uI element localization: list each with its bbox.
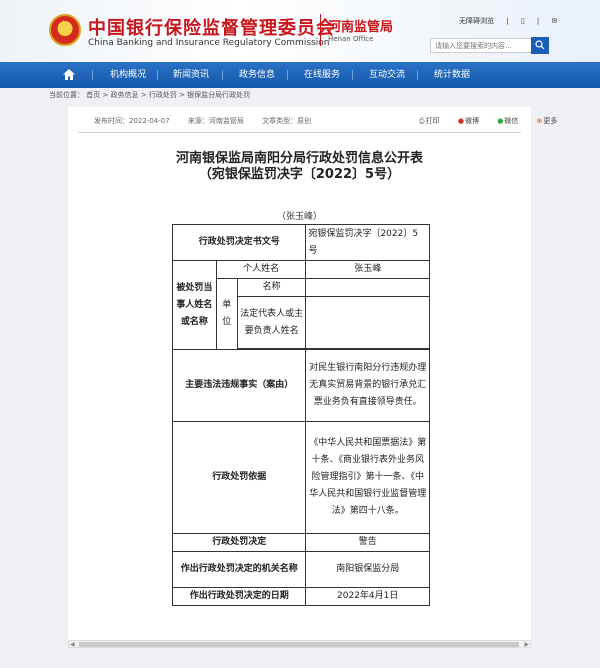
party-label: 被处罚当事人姓名或名称	[172, 260, 217, 350]
decision-label: 行政处罚决定	[171, 533, 307, 552]
home-icon[interactable]	[62, 68, 76, 81]
nav-separator	[352, 70, 353, 80]
article-panel: 发布时间：2022-04-07 来源：河南监管局 文章类型：原创 ⎙打印 ●微博…	[68, 107, 557, 647]
weibo-icon: ●	[457, 117, 464, 125]
search-button[interactable]	[531, 37, 549, 54]
doc-number-label: 行政处罚决定书文号	[171, 224, 307, 261]
entity-label: 单位	[215, 278, 238, 350]
entity-name-label: 名称	[236, 278, 307, 297]
nav-item-news[interactable]: 新闻资讯	[173, 62, 209, 88]
nav-item-interaction[interactable]: 互动交流	[369, 62, 405, 88]
basis-label: 行政处罚依据	[171, 421, 307, 534]
scroll-right-icon[interactable]: ▶	[524, 641, 529, 648]
nav-item-about[interactable]: 机构概况	[110, 62, 146, 88]
violation-label: 主要违法违规事实（案由）	[171, 349, 307, 422]
nav-separator	[157, 70, 158, 80]
tools-separator: |	[506, 17, 509, 25]
office-name-en: Henan Office	[328, 35, 374, 43]
entity-name-value	[305, 278, 430, 297]
authority-label: 作出行政处罚决定的机关名称	[171, 551, 307, 588]
weibo-button[interactable]: ●微博	[450, 117, 479, 125]
individual-name-label: 个人姓名	[215, 260, 307, 279]
accessible-browse-link[interactable]: 无障碍浏览	[459, 17, 494, 25]
org-name-en: China Banking and Insurance Regulatory C…	[88, 38, 330, 48]
penalty-info-table: 行政处罚决定书文号 宛银保监罚决字〔2022〕5号 被处罚当事人姓名或名称 个人…	[171, 224, 430, 606]
nav-item-statistics[interactable]: 统计数据	[434, 62, 470, 88]
nav-item-online-service[interactable]: 在线服务	[304, 62, 340, 88]
mobile-icon[interactable]: ▯	[521, 17, 525, 25]
main-nav: 机构概况 新闻资讯 政务信息 在线服务 互动交流 统计数据	[0, 62, 600, 88]
wechat-icon: ●	[497, 117, 504, 125]
violation-value: 对民生银行南阳分行违规办理无真实贸易背景的银行承兑汇票业务负有直接领导责任。	[305, 349, 430, 422]
table-row: 行政处罚依据 《中华人民共和国票据法》第十条、《商业银行表外业务风险管理指引》第…	[171, 421, 430, 534]
org-name-cn: 中国银行保险监督管理委员会	[88, 18, 335, 39]
more-button[interactable]: ⊕更多	[529, 117, 558, 125]
publish-date: 发布时间：2022-04-07	[94, 117, 170, 125]
article-doc-number: （宛银保监罚决字〔2022〕5号）	[198, 167, 401, 182]
decision-value: 警告	[305, 533, 430, 552]
doc-number-value: 宛银保监罚决字〔2022〕5号	[305, 224, 430, 261]
legal-rep-value	[305, 296, 430, 349]
nav-separator	[92, 70, 93, 80]
article-meta: 发布时间：2022-04-07 来源：河南监管局 文章类型：原创	[94, 116, 327, 126]
table-row: 行政处罚决定书文号 宛银保监罚决字〔2022〕5号	[171, 224, 430, 261]
table-row: 行政处罚决定 警告	[171, 533, 430, 552]
share-bar: ⎙打印 ●微博 ●微信 ⊕更多	[403, 116, 557, 126]
date-value: 2022年4月1日	[305, 587, 430, 606]
date-label: 作出行政处罚决定的日期	[171, 587, 307, 606]
wechat-button[interactable]: ●微信	[489, 117, 518, 125]
article-type: 文章类型：原创	[262, 117, 312, 125]
emblem-logo: ★	[49, 14, 81, 46]
table-row: 被处罚当事人姓名或名称 个人姓名 张玉峰	[172, 260, 430, 350]
tools-separator-2: |	[536, 17, 540, 25]
header-tools: 无障碍浏览 | ▯ | ✉	[459, 16, 567, 26]
office-name-cn: 河南监管局	[328, 20, 394, 35]
nav-item-gov-info[interactable]: 政务信息	[239, 62, 275, 88]
header-divider	[320, 14, 321, 46]
search-input[interactable]	[430, 38, 547, 53]
horizontal-scrollbar[interactable]: ◀ ▶	[68, 640, 531, 648]
scroll-left-icon[interactable]: ◀	[70, 641, 75, 648]
article-source: 来源：河南监管局	[187, 117, 244, 125]
more-icon: ⊕	[536, 117, 543, 125]
breadcrumb[interactable]: 当前位置： 首页 > 政务信息 > 行政处罚 > 银保监分局行政处罚	[49, 90, 250, 100]
search-icon	[535, 40, 545, 50]
site-header: ★ 中国银行保险监督管理委员会 China Banking and Insura…	[0, 0, 600, 62]
nav-separator	[222, 70, 223, 80]
table-row: 作出行政处罚决定的日期 2022年4月1日	[171, 587, 430, 606]
print-icon: ⎙	[419, 117, 425, 125]
person-caption: （张玉峰）	[276, 212, 322, 222]
table-row: 主要违法违规事实（案由） 对民生银行南阳分行违规办理无真实贸易背景的银行承兑汇票…	[171, 349, 430, 422]
meta-divider	[78, 132, 521, 133]
nav-separator	[417, 70, 418, 80]
table-row: 作出行政处罚决定的机关名称 南阳银保监分局	[171, 551, 430, 588]
authority-value: 南阳银保监分局	[305, 551, 430, 588]
basis-value: 《中华人民共和国票据法》第十条、《商业银行表外业务风险管理指引》第十一条、《中华…	[305, 421, 430, 534]
legal-rep-label: 法定代表人或主要负责人姓名	[236, 296, 307, 349]
mail-icon[interactable]: ✉	[552, 17, 558, 25]
print-button[interactable]: ⎙打印	[411, 117, 440, 125]
individual-name-value: 张玉峰	[305, 260, 430, 279]
scrollbar-thumb[interactable]	[79, 642, 519, 647]
nav-separator	[287, 70, 288, 80]
